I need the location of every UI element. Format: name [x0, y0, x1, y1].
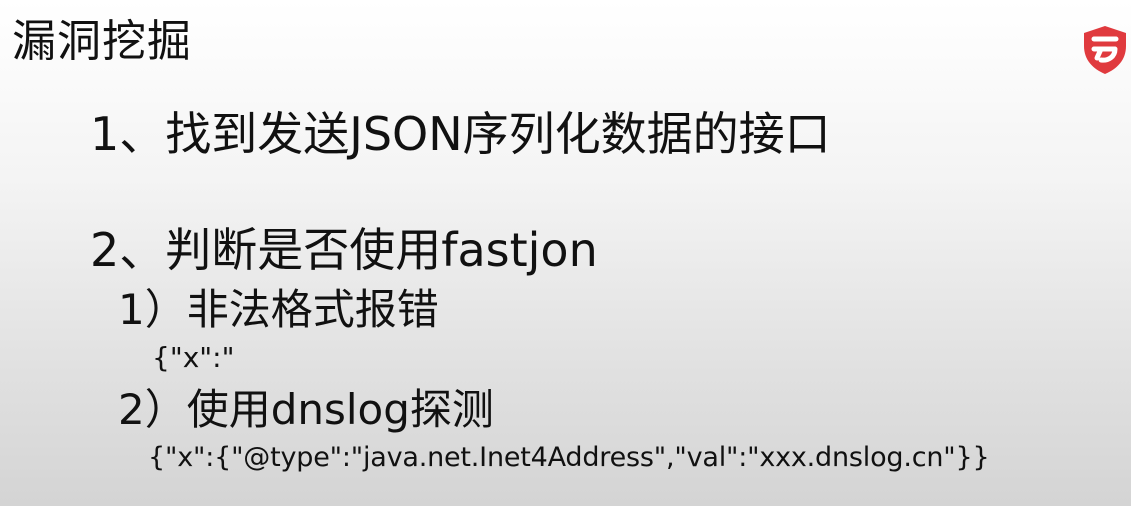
dnslog-json-payload: {"x":{"@type":"java.net.Inet4Address","v…	[148, 442, 990, 473]
shield-logo-icon	[1080, 24, 1130, 76]
invalid-json-payload: {"x":"	[152, 341, 235, 374]
step-find-json-interface: 1、找到发送JSON序列化数据的接口	[90, 107, 831, 161]
shield-logo-graphic	[1084, 26, 1126, 74]
substep-dnslog-probe: 2）使用dnslog探测	[118, 385, 494, 434]
slide: 漏洞挖掘 1、找到发送JSON序列化数据的接口 2、判断是否使用fastjon …	[0, 0, 1131, 506]
step-check-fastjson: 2、判断是否使用fastjon	[90, 223, 598, 277]
substep-invalid-format-error: 1）非法格式报错	[118, 285, 439, 334]
slide-title: 漏洞挖掘	[12, 16, 192, 67]
